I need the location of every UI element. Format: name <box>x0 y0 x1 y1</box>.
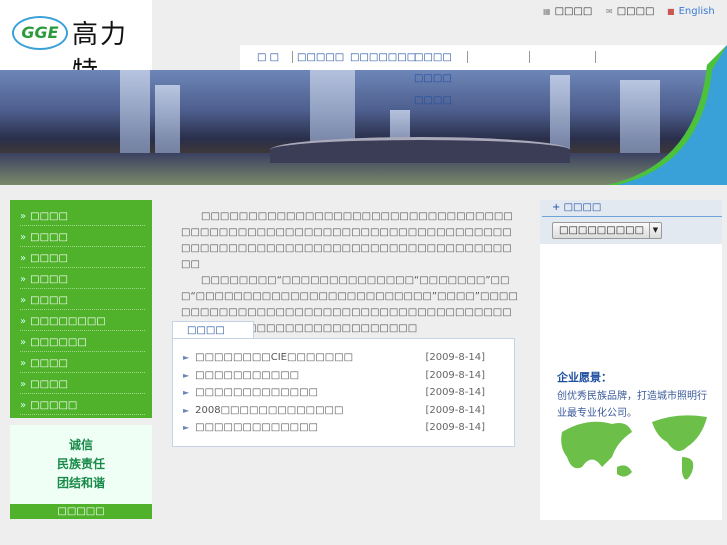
world-map-image <box>561 415 707 480</box>
nav-dropdown-item[interactable]: □□□□ <box>414 73 452 84</box>
news-date: [2009-8-14] <box>425 422 485 433</box>
news-date: [2009-8-14] <box>425 369 485 381</box>
mail-icon: ✉ <box>606 7 613 16</box>
swoosh-graphic <box>607 45 727 185</box>
double-chevron-icon: » <box>20 232 27 243</box>
bullet-icon: ► <box>183 370 190 380</box>
news-item[interactable]: ► 2008□□□□□□□□□□□□□ [2009-8-14] <box>183 405 503 421</box>
nav-dropdown-item[interactable]: □□□□ <box>414 95 452 106</box>
left-nav-label: □□□□□ <box>30 400 78 411</box>
left-footer-button[interactable]: □□□□□ <box>10 504 152 519</box>
slogan-line: 诚信 <box>68 438 93 452</box>
nav-home[interactable]: □ □ <box>257 52 279 63</box>
select-value: □□□□□□□□□ <box>559 225 645 236</box>
news-date: [2009-8-14] <box>425 352 485 363</box>
left-nav-label: □□□□ <box>30 274 68 285</box>
news-title: □□□□□□□□□□□□□ <box>195 422 318 433</box>
nav-divider <box>595 51 596 63</box>
left-nav-item[interactable]: » □□□□ <box>20 226 145 247</box>
contact-link[interactable]: ✉ □□□□ <box>606 6 655 17</box>
left-nav-label: □□□□ <box>30 253 68 264</box>
news-title: □□□□□□□□□□□□□ <box>195 387 318 398</box>
double-chevron-icon: » <box>20 211 27 222</box>
news-item[interactable]: ► □□□□□□□□□□□□□ [2009-8-14] <box>183 422 503 438</box>
link-select[interactable]: □□□□□□□□□ ▼ <box>552 222 662 239</box>
bullet-icon: ► <box>183 353 190 362</box>
bullet-icon: ► <box>183 423 190 432</box>
chevron-down-icon[interactable]: ▼ <box>649 223 661 238</box>
double-chevron-icon: » <box>20 274 27 285</box>
nav-item[interactable]: □□□□ <box>414 52 452 63</box>
left-nav-item[interactable]: » □□□□ <box>20 268 145 289</box>
nav-divider <box>529 51 530 63</box>
news-item[interactable]: ► □□□□□□□□□□□ [2009-8-14] <box>183 370 503 386</box>
left-nav-item[interactable]: » □□□□□□□□ <box>20 310 145 331</box>
nav-divider <box>467 51 468 63</box>
double-chevron-icon: » <box>20 295 27 306</box>
news-title: 2008□□□□□□□□□□□□□ <box>195 404 344 416</box>
double-chevron-icon: » <box>20 316 27 327</box>
logo-mark: GGE <box>12 16 68 50</box>
news-title: □□□□□□□□□□□ <box>195 369 300 381</box>
news-list: ► □□□□□□□□CIE□□□□□□□ [2009-8-14] ► □□□□□□□□□… <box>172 338 515 447</box>
left-nav-label: □□□□□□□□ <box>30 316 106 327</box>
intro-text: □□□□□□□□□□□□□□□□□□□□□□□□□□□□□□□□□□□□□□□□… <box>181 209 519 337</box>
double-chevron-icon: » <box>20 337 27 348</box>
link-label: English <box>678 6 715 17</box>
left-nav-item[interactable]: » □□□□ <box>20 205 145 226</box>
vision-title: 企业愿景： <box>557 371 612 384</box>
double-chevron-icon: » <box>20 253 27 264</box>
nav-divider <box>292 51 293 63</box>
logo[interactable]: GGE 高力特 <box>0 0 152 87</box>
news-date: [2009-8-14] <box>425 387 485 398</box>
right-title-text: □□□□ <box>563 202 602 213</box>
news-tab[interactable]: □□□□ <box>172 321 254 339</box>
slogan-line: 民族责任 <box>56 457 105 471</box>
link-label: □□□□ <box>554 6 593 17</box>
nav-item[interactable]: □□□□□ <box>297 52 344 63</box>
bullet-icon: ► <box>183 405 190 415</box>
left-nav-item[interactable]: » □□□□ <box>20 373 145 394</box>
double-chevron-icon: » <box>20 400 27 411</box>
right-title: + □□□□ <box>552 202 602 213</box>
divider <box>542 216 722 217</box>
left-nav-label: □□□□ <box>30 358 68 369</box>
news-item[interactable]: ► □□□□□□□□CIE□□□□□□□ [2009-8-14] <box>183 352 503 368</box>
flag-icon: ■ <box>667 7 675 16</box>
slogan-box: 诚信 民族责任 团结和谐 <box>10 425 152 504</box>
nav-item[interactable]: □□□□□□□ <box>350 52 416 63</box>
english-link[interactable]: ■ English <box>667 6 715 17</box>
left-nav-item[interactable]: » □□□□ <box>20 352 145 373</box>
left-nav-label: □□□□□□ <box>30 337 87 348</box>
left-nav: » □□□□» □□□□» □□□□» □□□□» □□□□» □□□□□□□□» □□□□□… <box>10 200 152 418</box>
bullet-icon: ► <box>183 388 190 397</box>
double-chevron-icon: » <box>20 379 27 390</box>
link-label: □□□□ <box>616 6 655 17</box>
left-nav-label: □□□□ <box>30 379 68 390</box>
left-nav-label: □□□□ <box>30 295 68 306</box>
double-chevron-icon: » <box>20 358 27 369</box>
news-item[interactable]: ► □□□□□□□□□□□□□ [2009-8-14] <box>183 387 503 403</box>
left-nav-item[interactable]: » □□□□□ <box>20 394 145 415</box>
sitemap-icon: ▦ <box>543 7 551 16</box>
sitemap-link[interactable]: ▦ □□□□ <box>543 6 592 17</box>
left-nav-item[interactable]: » □□□□□□ <box>20 331 145 352</box>
left-nav-item[interactable]: » □□□□ <box>20 247 145 268</box>
left-nav-label: □□□□ <box>30 211 68 222</box>
intro-paragraph: □□□□□□□□□□□□□□□□□□□□□□□□□□□□□□□□□□□□□□□□… <box>181 211 513 270</box>
slogan-line: 团结和谐 <box>56 476 105 490</box>
news-date: [2009-8-14] <box>425 404 485 416</box>
left-nav-label: □□□□ <box>30 232 68 243</box>
news-title: □□□□□□□□CIE□□□□□□□ <box>195 352 354 363</box>
left-nav-item[interactable]: » □□□□ <box>20 289 145 310</box>
